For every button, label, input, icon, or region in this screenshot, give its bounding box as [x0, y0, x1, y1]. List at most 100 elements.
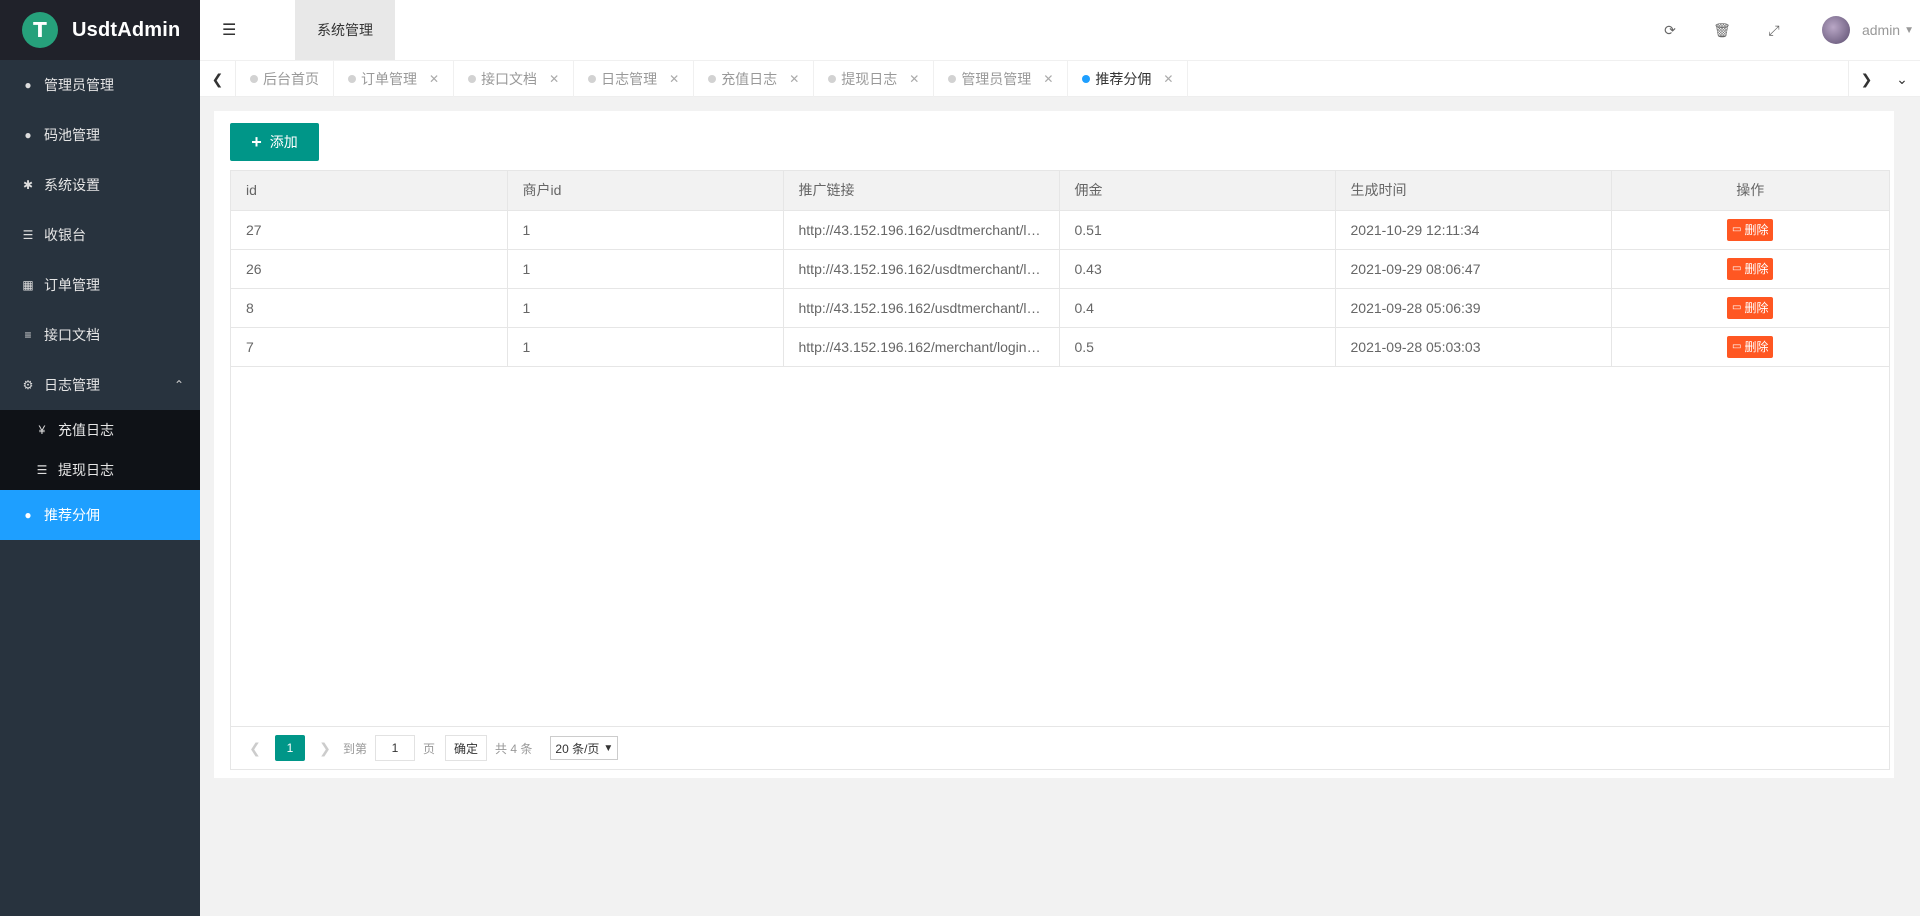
- close-icon[interactable]: ✕: [1043, 72, 1053, 86]
- cell-id: 26: [231, 249, 508, 289]
- menu-toggle-icon[interactable]: ☰: [222, 20, 242, 40]
- column-header-id[interactable]: id: [231, 171, 508, 211]
- tab-logs[interactable]: 日志管理 ✕: [574, 61, 695, 97]
- delete-button-label: 删除: [1744, 223, 1769, 237]
- tab-api-docs[interactable]: 接口文档 ✕: [454, 61, 575, 97]
- cell-actions: ▭ 删除: [1611, 327, 1889, 367]
- tab-dot: [588, 75, 597, 83]
- sidebar-item-recharge-log[interactable]: ¥ 充值日志: [0, 410, 200, 450]
- tab-recharge-log[interactable]: 充值日志 ✕: [694, 61, 815, 97]
- tab-withdraw-log[interactable]: 提现日志 ✕: [814, 61, 935, 97]
- cell-merchant-id: 1: [507, 210, 784, 250]
- close-icon[interactable]: ✕: [429, 72, 439, 86]
- trash-icon: ▭: [1732, 224, 1742, 235]
- tab-admin[interactable]: 管理员管理 ✕: [934, 61, 1069, 97]
- cell-time: 2021-09-28 05:03:03: [1335, 327, 1612, 367]
- tab-dot: [948, 75, 957, 83]
- tab-label: 后台首页: [263, 71, 319, 87]
- column-header-time[interactable]: 生成时间: [1335, 171, 1612, 211]
- gear-icon: ✱: [22, 178, 34, 192]
- delete-button[interactable]: ▭ 删除: [1727, 335, 1774, 358]
- column-header-link[interactable]: 推广链接: [783, 171, 1060, 211]
- cell-merchant-id: 1: [507, 249, 784, 289]
- delete-button[interactable]: ▭ 删除: [1727, 296, 1774, 319]
- tab-dot: [708, 75, 717, 83]
- cell-actions: ▭ 删除: [1611, 210, 1889, 250]
- app-name: UsdtAdmin: [72, 18, 181, 41]
- current-page[interactable]: 1: [275, 735, 305, 761]
- tabs-bar: ❮ 后台首页 订单管理 ✕ 接口文档 ✕ 日志管理 ✕ 充值日志 ✕ 提现日志: [200, 60, 1920, 97]
- close-icon[interactable]: ✕: [909, 72, 919, 86]
- table-row: 26 1 http://43.152.196.162/usdtmerchant/…: [231, 249, 1889, 289]
- sidebar-item-label: 管理员管理: [44, 77, 114, 93]
- cell-actions: ▭ 删除: [1611, 249, 1889, 289]
- cell-time: 2021-09-28 05:06:39: [1335, 288, 1612, 328]
- tab-orders[interactable]: 订单管理 ✕: [334, 61, 455, 97]
- cell-link: http://43.152.196.162/usdtmerchant/login: [783, 210, 1060, 250]
- cell-link: http://43.152.196.162/usdtmerchant/login: [783, 249, 1060, 289]
- add-button[interactable]: + 添加: [230, 123, 319, 161]
- chevron-up-icon: ⌃: [173, 378, 184, 392]
- list-icon: ☰: [22, 228, 34, 242]
- tab-label: 推荐分佣: [1095, 71, 1152, 87]
- cell-commission: 0.5: [1059, 327, 1336, 367]
- tab-label: 充值日志: [721, 71, 778, 87]
- sidebar-item-cashier[interactable]: ☰ 收银台: [0, 210, 200, 260]
- user-name[interactable]: admin: [1862, 22, 1900, 38]
- sidebar-item-code-pool[interactable]: ● 码池管理: [0, 110, 200, 160]
- page-tabs: 后台首页 订单管理 ✕ 接口文档 ✕ 日志管理 ✕ 充值日志 ✕ 提现日志 ✕: [236, 61, 1189, 97]
- sidebar-item-orders[interactable]: ▦ 订单管理: [0, 260, 200, 310]
- prev-page-icon[interactable]: ❮: [245, 740, 265, 757]
- close-icon[interactable]: ✕: [1163, 72, 1173, 86]
- cell-time: 2021-10-29 12:11:34: [1335, 210, 1612, 250]
- goto-confirm-button[interactable]: 确定: [445, 735, 488, 761]
- caret-down-icon[interactable]: ▼: [1904, 25, 1914, 36]
- sidebar-item-label: 收银台: [44, 227, 86, 243]
- tab-dot: [348, 75, 356, 83]
- trash-icon: ▭: [1732, 341, 1742, 352]
- header-tab-system-management[interactable]: 系统管理: [295, 0, 395, 60]
- logo[interactable]: T UsdtAdmin: [0, 0, 200, 60]
- list-icon: ☰: [36, 463, 48, 477]
- trash-icon[interactable]: 🗑: [1696, 22, 1748, 39]
- sidebar-item-admin[interactable]: ● 管理员管理: [0, 60, 200, 110]
- chevron-left-icon[interactable]: ❮: [200, 61, 236, 97]
- page-size-select[interactable]: 20 条/页 ▼: [550, 736, 619, 760]
- close-icon[interactable]: ✕: [789, 72, 799, 86]
- next-page-icon[interactable]: ❯: [315, 740, 335, 757]
- delete-button-label: 删除: [1744, 262, 1769, 276]
- sidebar-item-withdraw-log[interactable]: ☰ 提现日志: [0, 450, 200, 490]
- column-header-commission[interactable]: 佣金: [1059, 171, 1336, 211]
- close-icon[interactable]: ✕: [669, 72, 679, 86]
- delete-button[interactable]: ▭ 删除: [1727, 257, 1774, 280]
- goto-page-input[interactable]: [375, 735, 416, 761]
- plus-icon: +: [251, 131, 262, 152]
- table-row: 8 1 http://43.152.196.162/usdtmerchant/l…: [231, 288, 1889, 328]
- tab-home[interactable]: 后台首页: [236, 61, 334, 97]
- sidebar-item-label: 系统设置: [44, 177, 100, 193]
- refresh-icon[interactable]: ⟳: [1644, 22, 1696, 39]
- fullscreen-icon[interactable]: ⤢: [1748, 22, 1800, 39]
- sidebar-item-referral-commission[interactable]: ● 推荐分佣: [0, 490, 200, 540]
- table-row: 27 1 http://43.152.196.162/usdtmerchant/…: [231, 210, 1889, 250]
- sidebar-item-system-settings[interactable]: ✱ 系统设置: [0, 160, 200, 210]
- cell-commission: 0.51: [1059, 210, 1336, 250]
- sidebar-item-logs[interactable]: ⚙ 日志管理 ⌃: [0, 360, 200, 410]
- close-icon[interactable]: ✕: [549, 72, 559, 86]
- chevron-down-icon[interactable]: ⌄: [1884, 61, 1920, 97]
- cell-merchant-id: 1: [507, 327, 784, 367]
- tab-referral-commission[interactable]: 推荐分佣 ✕: [1068, 61, 1189, 97]
- delete-button[interactable]: ▭ 删除: [1727, 218, 1774, 241]
- tab-dot: [1082, 75, 1091, 83]
- goto-label: 到第: [343, 741, 368, 756]
- chevron-right-icon[interactable]: ❯: [1848, 61, 1884, 97]
- sidebar-item-label: 推荐分佣: [44, 507, 100, 523]
- avatar[interactable]: [1821, 16, 1850, 44]
- column-header-merchant-id[interactable]: 商户id: [507, 171, 784, 211]
- column-header-actions: 操作: [1611, 171, 1889, 211]
- cell-merchant-id: 1: [507, 288, 784, 328]
- cell-commission: 0.4: [1059, 288, 1336, 328]
- sidebar-item-api-docs[interactable]: ≡ 接口文档: [0, 310, 200, 360]
- content-card: + 添加 id 商户id 推广链接 佣金 生成时间 操作 27 1 http:/…: [214, 111, 1894, 778]
- sidebar-item-label: 日志管理: [44, 377, 100, 393]
